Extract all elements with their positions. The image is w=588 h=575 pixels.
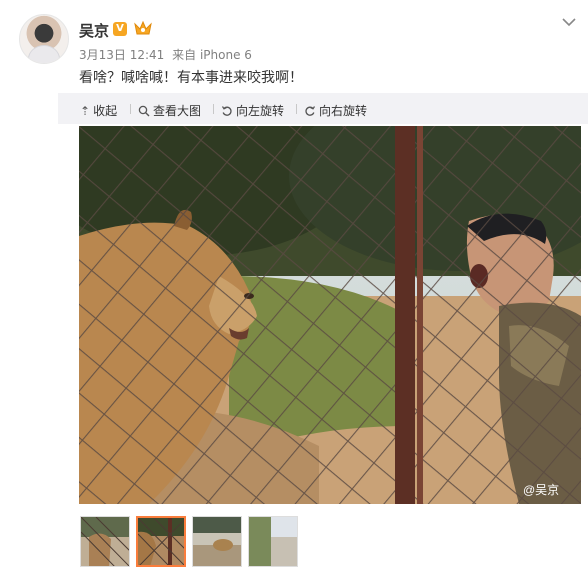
rotate-right-icon bbox=[305, 105, 316, 116]
thumbnail-1[interactable] bbox=[80, 516, 130, 567]
v-badge-icon: V bbox=[113, 22, 127, 36]
vip-badge-icon[interactable] bbox=[132, 20, 154, 37]
post-text: 看啥？喊啥喊！有本事进来咬我啊！ bbox=[79, 70, 303, 86]
rotate-left-label: 向左旋转 bbox=[236, 104, 285, 118]
collapse-button[interactable]: ⇡ 收起 bbox=[80, 102, 117, 119]
thumbnail-4[interactable] bbox=[248, 516, 298, 567]
chevron-down-icon[interactable] bbox=[561, 16, 577, 28]
rotate-left-button[interactable]: 向左旋转 bbox=[221, 102, 284, 119]
magnifier-icon bbox=[138, 105, 150, 116]
collapse-label: 收起 bbox=[93, 104, 118, 118]
post-date[interactable]: 3月13日 12:41 bbox=[79, 48, 164, 62]
rotate-right-label: 向右旋转 bbox=[319, 104, 368, 118]
thumbnail-2[interactable] bbox=[136, 516, 186, 567]
toolbar-divider bbox=[213, 104, 214, 114]
site-watermark-url: www.365j.com bbox=[419, 555, 504, 570]
toolbar-divider bbox=[296, 104, 297, 114]
rotate-left-icon bbox=[221, 105, 232, 116]
username[interactable]: 吴京 bbox=[79, 20, 109, 41]
avatar[interactable] bbox=[19, 14, 69, 64]
toolbar-divider bbox=[130, 104, 131, 114]
view-large-label: 查看大图 bbox=[153, 104, 202, 118]
site-watermark-title: 365经典网 bbox=[400, 522, 540, 555]
image-toolbar: ⇡ 收起 查看大图 向左旋转 向右旋转 bbox=[58, 93, 588, 124]
site-watermark: 365经典网 www.365j.com bbox=[400, 522, 540, 570]
post-source: 来自 iPhone 6 bbox=[172, 48, 252, 62]
thumbnail-3[interactable] bbox=[192, 516, 242, 567]
post-photo[interactable]: @吴京 bbox=[79, 126, 581, 504]
post-meta: 3月13日 12:41 来自 iPhone 6 bbox=[79, 46, 256, 63]
collapse-icon: ⇡ bbox=[80, 103, 91, 118]
photo-watermark: @吴京 bbox=[523, 483, 559, 497]
view-large-button[interactable]: 查看大图 bbox=[138, 102, 201, 119]
rotate-right-button[interactable]: 向右旋转 bbox=[304, 102, 367, 119]
